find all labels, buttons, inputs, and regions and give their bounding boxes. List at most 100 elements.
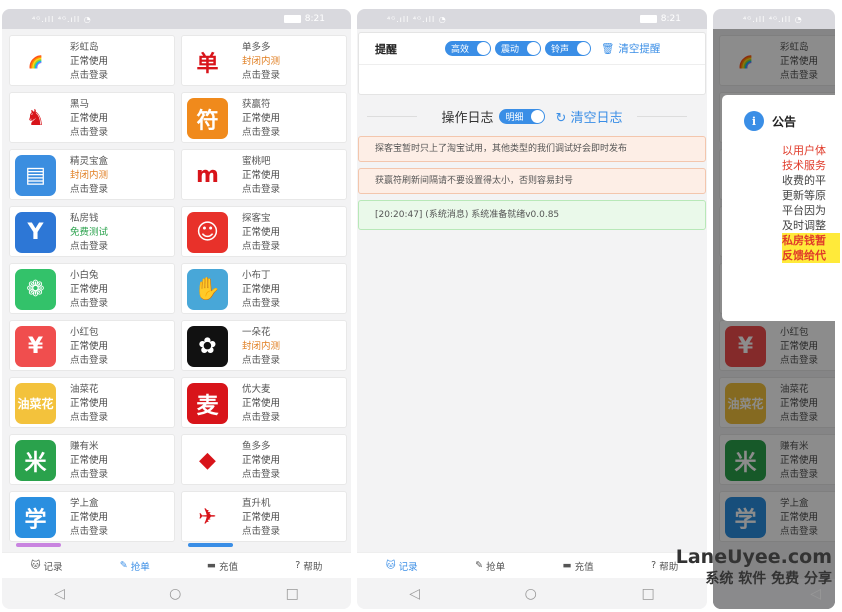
tab-help[interactable]: ? 帮助 (295, 559, 322, 573)
tab-grab-order[interactable]: ✎ 抢单 (120, 559, 150, 573)
app-name: 优大麦 (242, 384, 271, 395)
tab-recharge[interactable]: ▬ 充值 (207, 559, 238, 573)
login-link[interactable]: 点击登录 (242, 354, 280, 368)
app-card[interactable]: ☺ 探客宝 正常使用 点击登录 (181, 206, 347, 257)
clear-reminders-button[interactable]: 🗑 清空提醒 (601, 41, 660, 56)
app-card[interactable]: ✋ 小布丁 正常使用 点击登录 (181, 263, 347, 314)
tab-recharge[interactable]: ▬ 充值 (563, 559, 594, 573)
app-name: 获赢符 (242, 99, 271, 110)
app-card[interactable]: 符 获赢符 正常使用 点击登录 (181, 92, 347, 143)
notice-line: 更新等原 (782, 189, 826, 202)
log-message: 获赢符刷新间隔请不要设置得太小，否则容易封号 (358, 168, 706, 194)
tab-grab-order[interactable]: ✎ 抢单 (475, 559, 505, 573)
login-link[interactable]: 点击登录 (70, 183, 108, 197)
red-packet-icon: ¥ (15, 326, 56, 367)
recent-apps-icon[interactable]: □ (641, 586, 654, 602)
toggle-vibrate[interactable]: 震动 (495, 41, 542, 56)
login-link[interactable]: 点击登录 (242, 297, 280, 311)
toggle-detail[interactable]: 明细 (499, 108, 546, 124)
back-icon[interactable]: ◁ (810, 586, 821, 602)
tab-record[interactable]: 🐱 记录 (31, 559, 63, 573)
system-nav-bar: ◁ ○ □ (2, 579, 351, 609)
tab-record[interactable]: 🐱 记录 (386, 559, 418, 573)
log-title: 操作日志 (441, 110, 494, 126)
login-link[interactable]: 点击登录 (70, 126, 108, 140)
login-link[interactable]: 点击登录 (242, 240, 280, 254)
recent-apps-icon[interactable]: □ (286, 586, 299, 602)
study-box-icon: 学 (15, 497, 56, 538)
back-icon[interactable]: ◁ (54, 586, 65, 602)
app-status: 正常使用 (70, 284, 109, 295)
app-status: 正常使用 (242, 512, 281, 523)
clear-log-button[interactable]: ↻ 清空日志 (555, 107, 622, 126)
notice-line: 以用户体 (782, 144, 826, 157)
login-link[interactable]: 点击登录 (242, 525, 280, 539)
login-link[interactable]: 点击登录 (242, 126, 280, 140)
tab-help[interactable]: ? 帮助 (651, 559, 678, 573)
clock: 8:21 (660, 14, 681, 24)
app-card[interactable]: ¥ 小红包 正常使用 点击登录 (9, 320, 175, 371)
battery-icon (283, 15, 301, 23)
app-card[interactable]: 麦 优大麦 正常使用 点击登录 (181, 377, 347, 428)
status-bar: ⁴ᴳ.ıll ⁴ᴳ.ıll ◔ (713, 9, 835, 29)
rapeseed-icon: 油菜花 (15, 383, 56, 424)
rainbow-icon: 🌈 (15, 41, 56, 82)
app-card[interactable]: 油菜花 油菜花 正常使用 点击登录 (9, 377, 175, 428)
notice-line: 收费的平 (782, 174, 826, 187)
app-name: 鱼多多 (242, 441, 271, 452)
app-card[interactable]: ✈ 直升机 正常使用 点击登录 (181, 491, 347, 542)
rabbit-icon: ❁ (15, 269, 56, 310)
app-card[interactable]: 单 单多多 封闭内测 点击登录 (181, 35, 347, 86)
login-link[interactable]: 点击登录 (242, 468, 280, 482)
home-icon[interactable]: ○ (169, 586, 181, 602)
login-link[interactable]: 点击登录 (242, 69, 280, 83)
login-link[interactable]: 点击登录 (70, 468, 108, 482)
app-card[interactable]: m 蜜桃吧 正常使用 点击登录 (181, 149, 347, 200)
notice-line: 及时调整 (782, 219, 826, 232)
status-bar: ⁴ᴳ.ıll ⁴ᴳ.ıll ◔ 8:21 (357, 9, 707, 29)
toggle-efficient[interactable]: 高效 (445, 41, 492, 56)
app-card[interactable]: 学 学上盒 正常使用 点击登录 (9, 491, 175, 542)
app-status: 封闭内测 (242, 56, 281, 67)
grab-order-icon: ✎ (119, 560, 128, 571)
app-status: 免费测试 (70, 227, 109, 238)
app-card[interactable]: 米 赚有米 正常使用 点击登录 (9, 434, 175, 485)
app-status: 正常使用 (242, 398, 281, 409)
help-icon: ? (651, 560, 657, 571)
app-card[interactable]: Y 私房钱免费测试点击登录 (9, 206, 175, 257)
partial-card-icon (188, 543, 233, 547)
app-status: 正常使用 (242, 170, 281, 181)
login-link[interactable]: 点击登录 (70, 240, 108, 254)
record-icon: 🐱 (385, 560, 396, 571)
app-status: 封闭内测 (242, 341, 281, 352)
app-card[interactable]: ❁ 小白兔正常使用点击登录 (9, 263, 175, 314)
peach-icon: m (187, 155, 228, 196)
app-card[interactable]: 🌈 彩虹岛 正常使用 点击登录 (9, 35, 175, 86)
notice-dialog: i 公告 以用户体 技术服务 收费的平 更新等原 平台因为 及时调整 私房钱暂 … (722, 95, 840, 321)
phone-app-list: ⁴ᴳ.ıll ⁴ᴳ.ıll ◔ 8:21 🌈 彩虹岛 正常使用 点击登录单单多多 封闭内… (2, 9, 351, 609)
app-card[interactable]: ♞ 黑马正常使用点击登录 (9, 92, 175, 143)
back-icon[interactable]: ◁ (409, 586, 420, 602)
login-link[interactable]: 点击登录 (70, 525, 108, 539)
app-card[interactable]: ▤ 精灵宝盒封闭内测点击登录 (9, 149, 175, 200)
system-nav-bar: ◁ ○ □ (357, 579, 707, 609)
app-card[interactable]: ◆ 鱼多多 正常使用 点击登录 (181, 434, 347, 485)
recharge-icon: ▬ (562, 560, 572, 571)
app-card[interactable]: ✿ 一朵花 封闭内测 点击登录 (181, 320, 347, 371)
login-link[interactable]: 点击登录 (70, 69, 108, 83)
explorer-icon: ☺ (187, 212, 228, 253)
login-link[interactable]: 点击登录 (242, 183, 280, 197)
login-link[interactable]: 点击登录 (70, 411, 108, 425)
pudding-icon: ✋ (187, 269, 228, 310)
toggle-ringtone[interactable]: 铃声 (545, 41, 592, 56)
recharge-icon: ▬ (207, 560, 217, 571)
log-message: 探客宝暂时只上了淘宝试用，其他类型的我们调试好会即时发布 (358, 136, 706, 162)
app-status: 正常使用 (70, 398, 109, 409)
app-status: 正常使用 (70, 113, 109, 124)
login-link[interactable]: 点击登录 (70, 354, 108, 368)
login-link[interactable]: 点击登录 (242, 411, 280, 425)
app-name: 油菜花 (70, 384, 99, 395)
home-icon[interactable]: ○ (525, 586, 537, 602)
login-link[interactable]: 点击登录 (70, 297, 108, 311)
app-status: 正常使用 (242, 284, 281, 295)
